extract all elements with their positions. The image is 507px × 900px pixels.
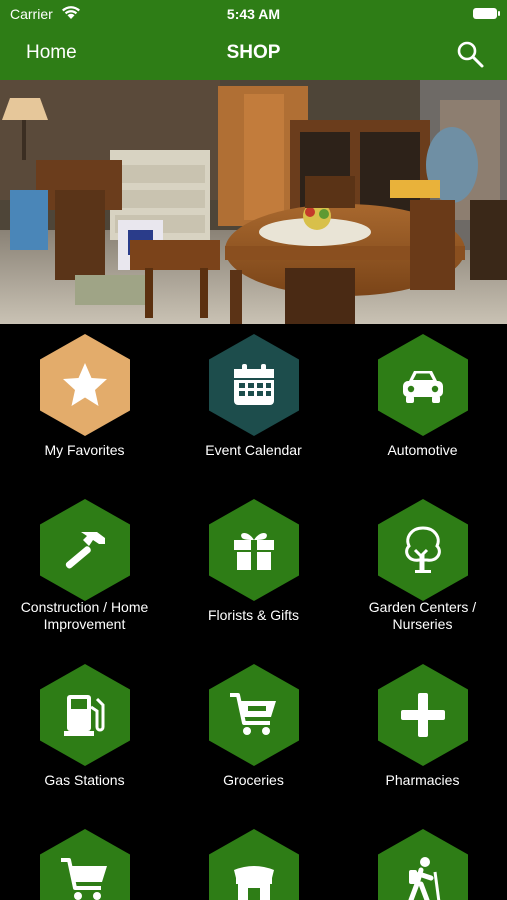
car-icon xyxy=(378,334,468,436)
plus-icon xyxy=(378,664,468,766)
hammer-icon xyxy=(40,499,130,601)
gift-icon xyxy=(209,499,299,601)
category-label: Pharmacies xyxy=(385,772,460,788)
category-label: Garden Centers / Nurseries xyxy=(368,599,477,632)
category-label: Florists & Gifts xyxy=(207,607,299,623)
tree-icon xyxy=(378,499,468,601)
nav-bar: Home SHOP xyxy=(0,28,507,80)
category-label: Event Calendar xyxy=(205,442,302,458)
category-label: My Favorites xyxy=(44,442,125,458)
calendar-icon xyxy=(209,334,299,436)
status-bar: Carrier 5:43 AM xyxy=(0,0,507,28)
category-label: Gas Stations xyxy=(44,772,125,788)
battery-icon xyxy=(473,8,500,19)
category-label: Automotive xyxy=(387,442,458,458)
shopping-cart-icon xyxy=(209,664,299,766)
store-interior-photo xyxy=(0,80,507,324)
gas-pump-icon xyxy=(40,664,130,766)
hiker-icon xyxy=(378,829,468,900)
hero-image xyxy=(0,80,507,324)
storefront-icon xyxy=(209,829,299,900)
category-label: Construction / Home Improvement xyxy=(20,599,149,632)
status-time: 5:43 AM xyxy=(226,6,281,22)
category-label: Groceries xyxy=(223,772,284,788)
shopping-cart-icon xyxy=(40,829,130,900)
search-icon[interactable] xyxy=(455,39,485,69)
category-grid: My Favorites Event Calendar Automotive C… xyxy=(0,324,507,900)
home-button[interactable]: Home xyxy=(26,42,77,64)
star-icon xyxy=(40,334,130,436)
